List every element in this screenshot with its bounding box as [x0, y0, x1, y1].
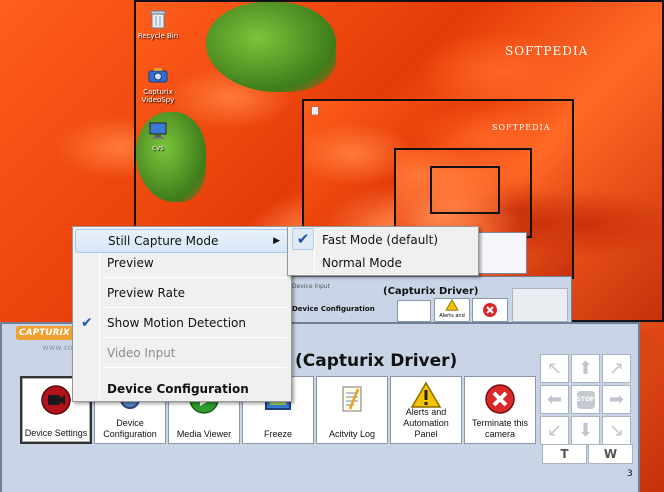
inner-terminate-button — [472, 298, 508, 322]
checkmark-icon: ✔ — [81, 315, 93, 331]
arrow-left-icon: ⬅ — [546, 388, 563, 410]
terminate-camera-button[interactable]: Terminate this camera — [464, 376, 536, 444]
menu-item-label: Video Input — [107, 346, 176, 360]
terminate-camera-label: Terminate this camera — [471, 418, 529, 439]
desktop-icon-label: cvs — [152, 144, 164, 152]
menu-separator — [103, 367, 287, 368]
submenu-item-normal-mode[interactable]: Normal Mode — [290, 251, 476, 275]
arrow-up-icon: ⬆ — [577, 357, 594, 379]
notepad-icon — [336, 383, 368, 415]
softpedia-watermark: SOFTPEDIA — [492, 123, 551, 132]
recycle-bin-icon — [309, 104, 321, 116]
nav-left-button[interactable]: ⬅ — [540, 385, 569, 414]
inner-alert-label: Alerts and — [439, 313, 465, 319]
captured-screen-4 — [430, 166, 500, 214]
nav-right-button[interactable]: ➡ — [602, 385, 631, 414]
menu-separator — [103, 337, 287, 338]
menu-item-preview-rate[interactable]: Preview Rate — [75, 281, 289, 305]
menu-item-label: Show Motion Detection — [107, 316, 246, 330]
camera-app-icon — [147, 64, 169, 86]
desktop-icon-cvs[interactable]: cvs — [128, 120, 188, 152]
menu-separator — [103, 307, 287, 308]
menu-item-show-motion-detection[interactable]: ✔ Show Motion Detection — [75, 311, 289, 335]
alerts-automation-button[interactable]: Alerts and Automation Panel — [390, 376, 462, 444]
inner-alert-button: Alerts and — [434, 298, 470, 322]
softpedia-watermark: SOFTPEDIA — [505, 44, 589, 58]
arrow-up-left-icon: ↖ — [546, 357, 563, 379]
device-settings-label: Device Settings — [24, 428, 88, 438]
inner-device-configuration: Device Configuration — [292, 305, 375, 313]
arrow-down-icon: ⬇ — [577, 419, 594, 441]
menu-separator — [103, 277, 287, 278]
nav-stop-button[interactable]: STOP — [571, 385, 600, 414]
nav-up-button[interactable]: ⬆ — [571, 354, 600, 383]
nav-down-right-button[interactable]: ↘ — [602, 416, 631, 445]
arrow-right-icon: ➡ — [608, 388, 625, 410]
still-capture-submenu: ✔ Fast Mode (default) Normal Mode — [287, 226, 479, 276]
desktop-icon-recycle-bin[interactable]: Recycle Bin — [128, 8, 188, 40]
green-leaf — [206, 2, 336, 92]
recycle-bin-icon — [147, 8, 169, 30]
zoom-tele-button[interactable]: T — [542, 444, 587, 464]
activity-log-label: Acitvity Log — [328, 429, 376, 439]
nav-down-button[interactable]: ⬇ — [571, 416, 600, 445]
camera-icon — [40, 384, 72, 416]
stop-icon: STOP — [576, 390, 595, 409]
inner-nav-grid — [512, 288, 568, 322]
submenu-item-label: Normal Mode — [322, 256, 402, 270]
arrow-down-left-icon: ↙ — [546, 419, 563, 441]
menu-item-label: Preview — [107, 256, 154, 270]
submenu-item-label: Fast Mode (default) — [322, 233, 439, 247]
zoom-wide-button[interactable]: W — [588, 444, 633, 464]
nav-up-left-button[interactable]: ↖ — [540, 354, 569, 383]
nav-down-left-button[interactable]: ↙ — [540, 416, 569, 445]
menu-item-device-configuration[interactable]: Device Configuration — [75, 377, 289, 401]
panel-title: (Capturix Driver) — [295, 351, 458, 371]
menu-item-label: Preview Rate — [107, 286, 186, 300]
arrow-up-right-icon: ↗ — [608, 357, 625, 379]
media-viewer-label: Media Viewer — [176, 429, 232, 439]
menu-item-still-capture-mode[interactable]: Still Capture Mode ▶ — [75, 229, 289, 253]
activity-log-button[interactable]: Acitvity Log — [316, 376, 388, 444]
arrow-down-right-icon: ↘ — [608, 419, 625, 441]
desktop-icon-label: Recycle Bin — [137, 32, 179, 40]
device-configuration-label: Device Configuration — [103, 418, 157, 439]
desktop-icon-small — [286, 104, 344, 118]
desktop-icon-capturix[interactable]: Capturix VideoSpy — [128, 64, 188, 104]
submenu-arrow-icon: ▶ — [273, 236, 280, 246]
menu-item-label: Still Capture Mode — [108, 234, 219, 248]
submenu-item-fast-mode[interactable]: ✔ Fast Mode (default) — [290, 228, 476, 252]
computer-icon — [147, 120, 169, 142]
inner-title: (Capturix Driver) — [383, 286, 479, 297]
menu-item-label: Device Configuration — [107, 382, 249, 396]
page-number: 3 — [627, 469, 633, 479]
terminate-icon — [484, 383, 516, 415]
inner-dialog-mini — [477, 232, 527, 274]
alerts-automation-label: Alerts and Automation Panel — [403, 407, 449, 439]
checkmark-icon: ✔ — [292, 228, 314, 250]
menu-item-preview[interactable]: Preview — [75, 251, 289, 275]
inner-button — [397, 300, 431, 322]
context-menu: Still Capture Mode ▶ Preview Preview Rat… — [72, 226, 292, 402]
desktop-icon-label: Capturix VideoSpy — [141, 88, 175, 104]
menu-item-video-input: Video Input — [75, 341, 289, 365]
capturix-logo: CAPTURIX — [16, 326, 73, 340]
inner-device-input: Device Input — [292, 283, 330, 290]
freeze-label: Freeze — [263, 429, 292, 439]
nav-up-right-button[interactable]: ↗ — [602, 354, 631, 383]
